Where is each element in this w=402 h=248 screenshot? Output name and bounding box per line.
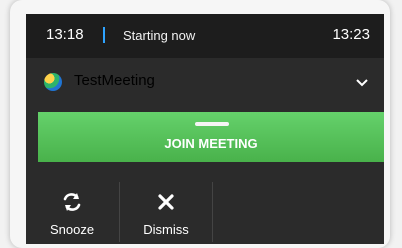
status-text: Starting now [123,28,196,43]
meeting-title: TestMeeting [74,72,155,89]
join-meeting-button[interactable]: JOIN MEETING [38,112,384,162]
header-divider [103,27,105,43]
secondary-actions: Snooze Dismiss [26,172,384,244]
snooze-button[interactable]: Snooze [26,182,118,244]
close-icon [158,194,174,210]
action-divider [212,182,213,242]
globe-icon [44,73,62,91]
start-time: 13:18 [46,26,84,43]
join-indicator-bar [195,122,229,126]
dismiss-button[interactable]: Dismiss [120,182,212,244]
chevron-down-icon[interactable] [354,74,370,90]
join-meeting-label: JOIN MEETING [164,136,258,151]
meeting-notification: 13:18 Starting now 13:23 TestMeeting JOI… [26,14,384,244]
notification-header: 13:18 Starting now 13:23 [26,14,384,58]
end-time: 13:23 [332,26,370,43]
dismiss-label: Dismiss [143,222,189,237]
snooze-label: Snooze [49,222,95,237]
refresh-icon [63,193,81,211]
